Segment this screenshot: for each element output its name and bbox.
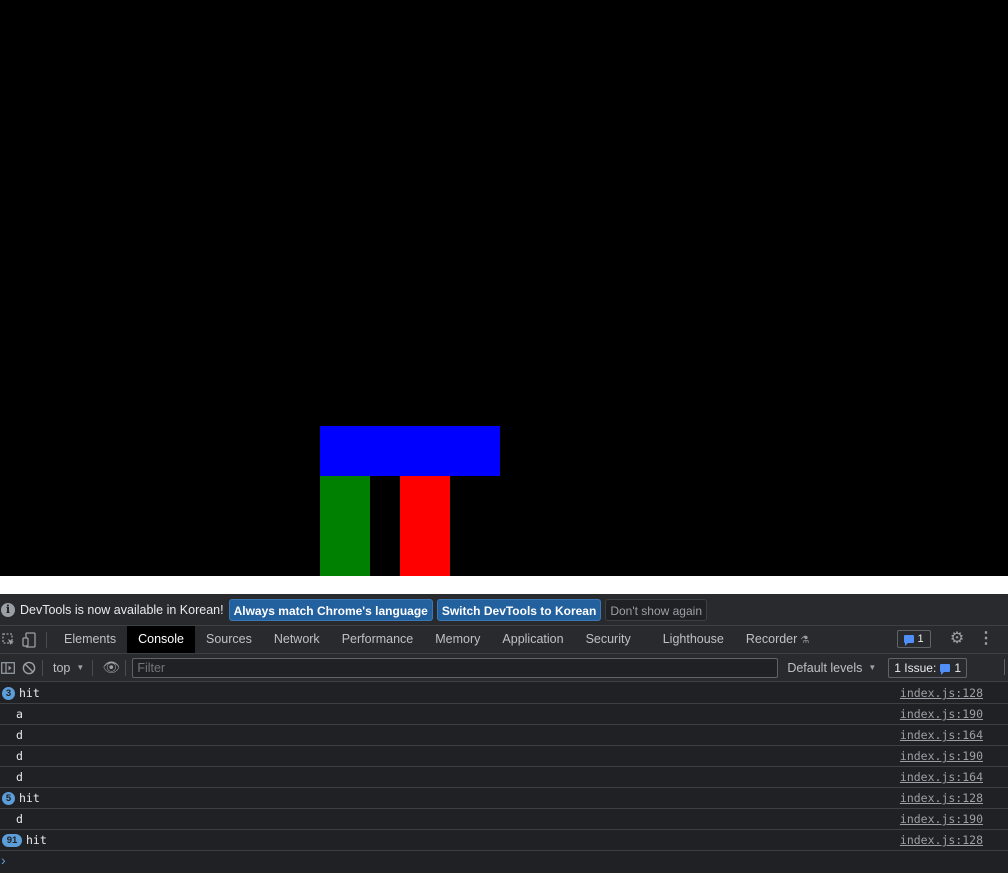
console-message-text: d (16, 749, 23, 763)
source-link[interactable]: index.js:190 (900, 812, 983, 826)
issues-button-label: 1 Issue: (894, 660, 937, 675)
inspect-element-icon[interactable] (0, 626, 18, 653)
toolbar-divider (92, 659, 94, 676)
dont-show-again-button[interactable]: Don't show again (605, 598, 707, 621)
toolbar-divider (42, 659, 43, 676)
console-message-text: hit (19, 686, 40, 700)
game-canvas[interactable] (0, 0, 1008, 576)
log-levels-caret-icon: ▼ (868, 663, 877, 672)
context-selector[interactable]: top ▼ (53, 661, 84, 675)
issues-button-count: 1 (954, 660, 961, 675)
source-link[interactable]: index.js:128 (900, 686, 983, 700)
console-message-row: 3 hit index.js:128 (0, 683, 1008, 704)
experimental-flask-icon: ⚗ (800, 635, 810, 646)
log-levels-dropdown[interactable]: Default levels ▼ (787, 661, 876, 675)
console-message-row: d index.js:190 (0, 809, 1008, 830)
info-icon: i (1, 602, 15, 617)
console-prompt-input[interactable]: › (0, 851, 1008, 873)
console-message-row: 5 hit index.js:128 (0, 788, 1008, 809)
tabbar-divider (46, 631, 47, 648)
tab-sources[interactable]: Sources (195, 626, 263, 653)
settings-gear-icon[interactable]: ⚙ (947, 629, 967, 649)
console-message-text: d (16, 728, 23, 742)
console-message-text: hit (19, 791, 40, 805)
green-block (320, 476, 370, 576)
tab-console[interactable]: Console (127, 626, 195, 653)
live-expression-eye-icon[interactable]: 👁 (101, 659, 121, 676)
tab-security[interactable]: Security (575, 626, 642, 653)
issue-message-icon (904, 635, 915, 646)
issues-counter-value: 1 (917, 633, 924, 645)
issues-counter-button[interactable]: 1 (897, 630, 931, 648)
page-strip (0, 576, 1008, 594)
source-link[interactable]: index.js:164 (900, 728, 983, 742)
console-message-text: a (16, 707, 23, 721)
console-toolbar: top ▼ 👁 Default levels ▼ 1 Issue: 1 (0, 654, 1008, 682)
devtools-panel: i DevTools is now available in Korean! A… (0, 594, 1008, 868)
tab-network[interactable]: Network (263, 626, 331, 653)
switch-to-korean-button[interactable]: Switch DevTools to Korean (436, 598, 602, 621)
blue-block (320, 426, 500, 476)
console-message-row: d index.js:190 (0, 746, 1008, 767)
source-link[interactable]: index.js:128 (900, 833, 983, 847)
tab-recorder-label: Recorder (745, 632, 798, 646)
console-message-row: d index.js:164 (0, 725, 1008, 746)
tab-application[interactable]: Application (491, 626, 574, 653)
console-message-text: d (16, 770, 23, 784)
log-levels-label: Default levels (787, 660, 863, 675)
issues-button[interactable]: 1 Issue: 1 (888, 657, 967, 678)
context-selector-value: top (53, 660, 71, 675)
tab-lighthouse[interactable]: Lighthouse (652, 626, 735, 653)
sidebar-toggle-icon[interactable] (0, 654, 16, 681)
repeat-count-badge: 91 (2, 833, 22, 847)
prompt-chevron-icon: › (1, 852, 6, 868)
device-toolbar-icon[interactable] (18, 626, 40, 653)
console-message-row: 91 hit index.js:128 (0, 830, 1008, 851)
tab-elements[interactable]: Elements (53, 626, 127, 653)
more-options-icon[interactable]: ⋮ (978, 629, 994, 649)
infobar-message: DevTools is now available in Korean! (20, 602, 224, 617)
console-settings-edge (1004, 659, 1008, 675)
source-link[interactable]: index.js:190 (900, 707, 983, 721)
always-match-language-button[interactable]: Always match Chrome's language (228, 598, 433, 621)
console-filter-input[interactable] (132, 657, 779, 678)
console-message-text: hit (26, 833, 47, 847)
tab-performance[interactable]: Performance (331, 626, 425, 653)
repeat-count-badge: 5 (2, 791, 15, 805)
toolbar-divider (125, 659, 127, 676)
console-message-row: a index.js:190 (0, 704, 1008, 725)
context-dropdown-caret-icon: ▼ (76, 663, 85, 672)
tab-memory[interactable]: Memory (424, 626, 491, 653)
source-link[interactable]: index.js:190 (900, 749, 983, 763)
console-message-row: d index.js:164 (0, 767, 1008, 788)
console-messages: 3 hit index.js:128 a index.js:190 d inde… (0, 683, 1008, 873)
red-block (400, 476, 450, 576)
console-message-text: d (16, 812, 23, 826)
source-link[interactable]: index.js:128 (900, 791, 983, 805)
issue-message-icon (940, 663, 951, 675)
tab-recorder[interactable]: Recorder ⚗ (735, 626, 820, 653)
repeat-count-badge: 3 (2, 686, 15, 700)
clear-console-icon[interactable] (16, 654, 42, 681)
source-link[interactable]: index.js:164 (900, 770, 983, 784)
devtools-tabbar: Elements Console Sources Network Perform… (0, 626, 1008, 654)
language-infobar: i DevTools is now available in Korean! A… (0, 594, 1008, 626)
